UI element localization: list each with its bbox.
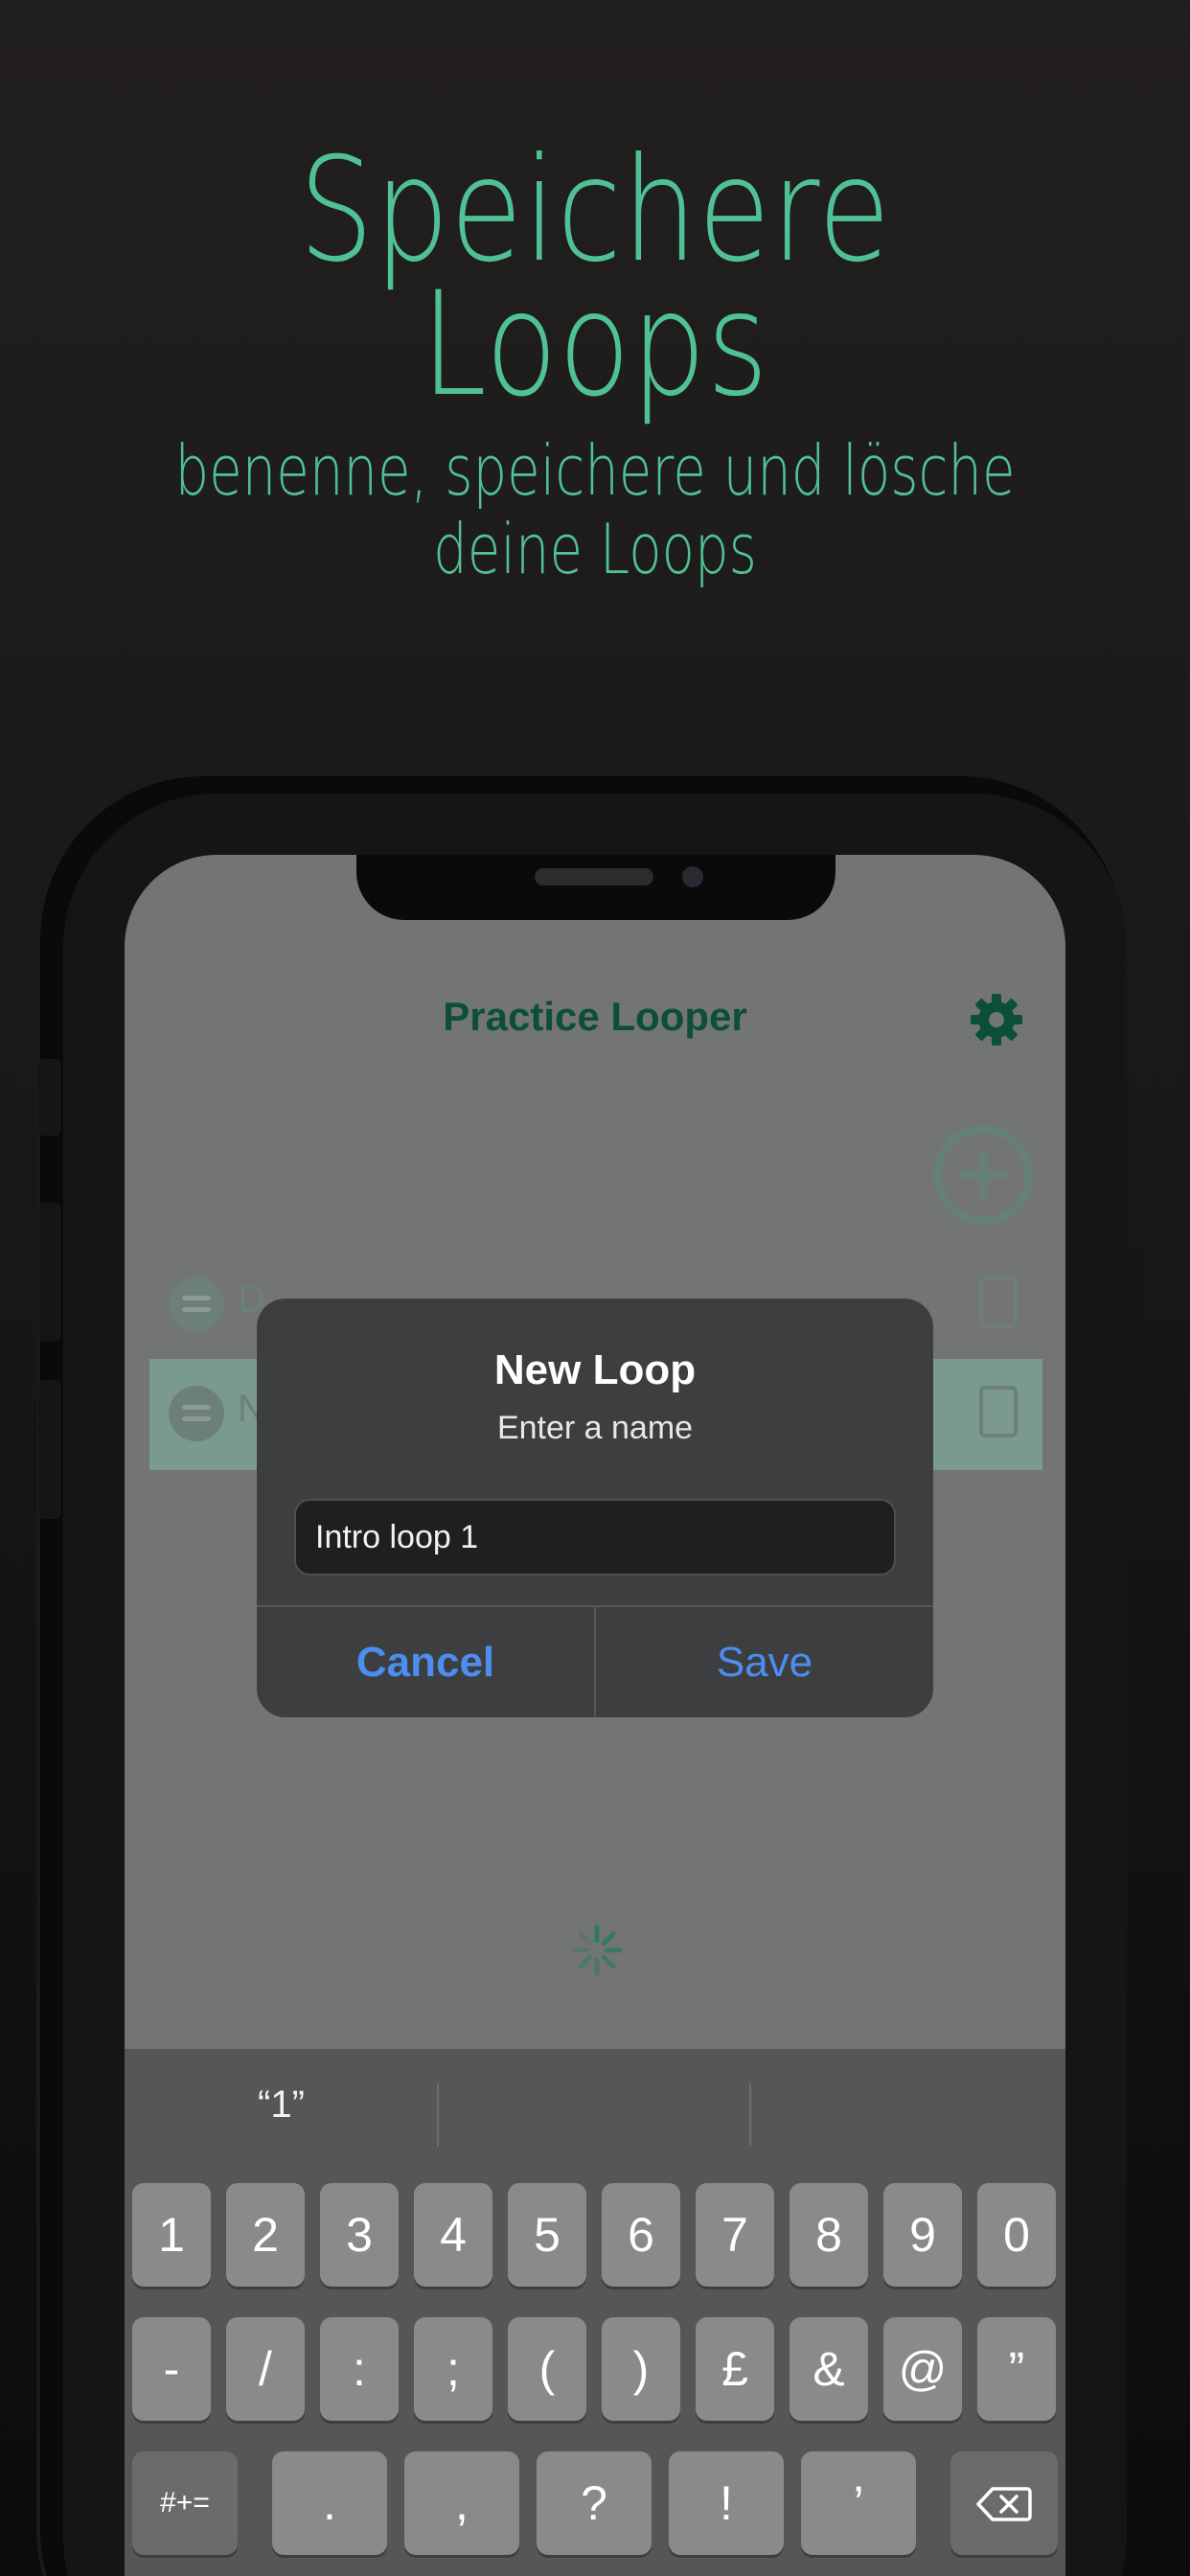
new-loop-dialog: New Loop Enter a name Cancel Save [257,1299,933,1717]
gear-icon[interactable] [968,991,1025,1048]
phone-volume-up [38,1203,61,1342]
plus-circle-icon[interactable] [933,1125,1033,1225]
headline-title-line1: Speichere [298,127,892,294]
loop-name-input[interactable] [294,1499,896,1576]
loading-spinner-icon [571,1924,623,1976]
key-pound[interactable]: £ [696,2317,774,2421]
key-5[interactable]: 5 [508,2183,586,2287]
suggestion-divider [749,2083,751,2147]
key-ampersand[interactable]: & [790,2317,868,2421]
phone-power-button [1121,1251,1144,1476]
backspace-icon[interactable] [950,2451,1058,2555]
phone-volume-down [38,1380,61,1519]
key-quote[interactable]: ” [977,2317,1056,2421]
bookmark-icon[interactable] [979,1386,1018,1438]
key-comma[interactable]: , [404,2451,519,2555]
key-apostrophe[interactable]: ’ [801,2451,916,2555]
dialog-title: New Loop [493,1346,697,1393]
key-period[interactable]: . [272,2451,387,2555]
headline-title-line2: Loops [421,262,769,428]
key-8[interactable]: 8 [790,2183,868,2287]
headline-subtitle-line1: benenne, speichere und lösche [174,430,1016,511]
key-more-symbols[interactable]: #+= [132,2451,238,2555]
key-at[interactable]: @ [883,2317,962,2421]
headline-subtitle: benenne, speichere und lösche deine Loop… [131,431,1060,588]
keyboard: “1” 1 2 3 4 5 6 7 8 9 0 - / : ; ( ) £ & … [125,2049,1065,2576]
dialog-message: Enter a name [496,1410,694,1446]
suggestion-divider [437,2083,439,2147]
key-hyphen[interactable]: - [132,2317,211,2421]
key-close-paren[interactable]: ) [602,2317,680,2421]
key-9[interactable]: 9 [883,2183,962,2287]
key-4[interactable]: 4 [414,2183,492,2287]
key-6[interactable]: 6 [602,2183,680,2287]
key-exclamation[interactable]: ! [669,2451,784,2555]
spotify-icon [169,1386,224,1441]
app-title: Practice Looper [443,994,747,1039]
key-0[interactable]: 0 [977,2183,1056,2287]
key-2[interactable]: 2 [226,2183,305,2287]
notch [356,855,835,920]
key-1[interactable]: 1 [132,2183,211,2287]
key-3[interactable]: 3 [320,2183,399,2287]
keyboard-suggestion-bar: “1” [125,2049,1065,2183]
phone-mute-switch [38,1059,61,1136]
key-open-paren[interactable]: ( [508,2317,586,2421]
save-button[interactable]: Save [596,1607,933,1717]
front-camera [682,866,703,887]
key-colon[interactable]: : [320,2317,399,2421]
spotify-icon [169,1276,224,1332]
headline-title: Speichere Loops [107,127,1083,428]
cancel-button[interactable]: Cancel [257,1607,594,1717]
key-question[interactable]: ? [537,2451,652,2555]
bookmark-icon[interactable] [979,1276,1018,1328]
key-slash[interactable]: / [226,2317,305,2421]
key-semicolon[interactable]: ; [414,2317,492,2421]
key-7[interactable]: 7 [696,2183,774,2287]
speaker-grille [535,868,653,886]
headline-subtitle-line2: deine Loops [433,509,757,589]
suggestion-item[interactable]: “1” [125,2083,438,2127]
